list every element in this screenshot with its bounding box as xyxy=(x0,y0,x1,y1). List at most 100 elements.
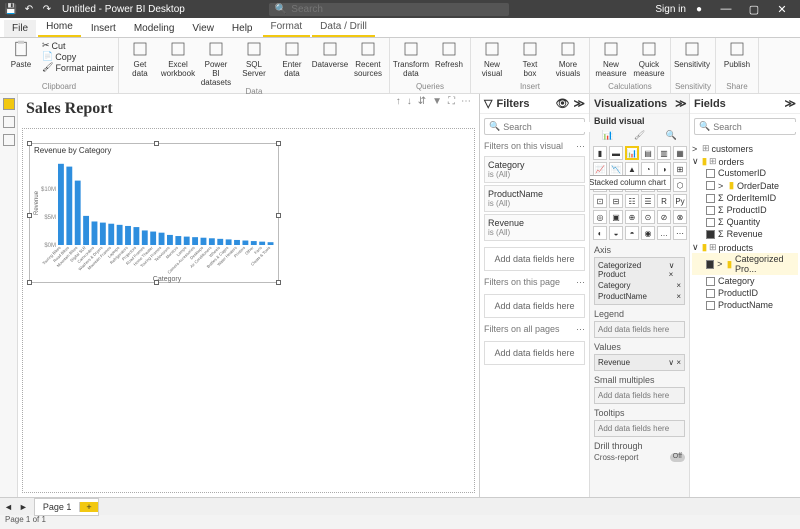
viz-type-11[interactable]: ⊞ xyxy=(673,162,687,176)
tab-file[interactable]: File xyxy=(4,20,36,37)
get-data-button[interactable]: Getdata xyxy=(123,40,157,78)
publish-button[interactable]: Publish xyxy=(720,40,754,69)
collapse-icon[interactable]: ≫ xyxy=(573,97,585,110)
sign-in[interactable]: Sign in xyxy=(655,4,686,15)
paste-button[interactable]: Paste xyxy=(4,40,38,69)
format-painter-button[interactable]: 🖌 Format painter xyxy=(42,62,114,73)
field-Revenue[interactable]: Σ Revenue xyxy=(692,228,798,240)
report-view-icon[interactable] xyxy=(3,98,15,110)
fields-search-input[interactable] xyxy=(713,122,800,132)
viz-type-2[interactable]: 📊 xyxy=(625,146,639,160)
viz-type-32[interactable]: ◓ xyxy=(625,226,639,240)
viz-type-5[interactable]: ▦ xyxy=(673,146,687,160)
viz-type-18[interactable]: ⊡ xyxy=(593,194,607,208)
filter-icon[interactable]: ▼ xyxy=(432,96,442,107)
minimize-icon[interactable]: — xyxy=(712,0,740,18)
chart-visual[interactable]: Revenue by Category $0M$5M$10MRevenueTou… xyxy=(29,143,279,283)
tab-data-drill[interactable]: Data / Drill xyxy=(312,18,375,37)
values-well[interactable]: Revenue∨ × xyxy=(594,354,685,371)
viz-type-26[interactable]: ⊕ xyxy=(625,210,639,224)
new-visual-button[interactable]: Newvisual xyxy=(475,40,509,78)
viz-type-17[interactable]: ⬡ xyxy=(673,178,687,192)
field-CustomerID[interactable]: CustomerID xyxy=(692,167,798,179)
field-ProductID[interactable]: Σ ProductID xyxy=(692,204,798,216)
viz-type-23[interactable]: Py xyxy=(673,194,687,208)
visual-area[interactable]: Revenue by Category $0M$5M$10MRevenueTou… xyxy=(22,128,475,493)
expand-icon[interactable]: ⇵ xyxy=(418,96,426,107)
viz-type-24[interactable]: ◎ xyxy=(593,210,607,224)
more-icon[interactable]: ⋯ xyxy=(461,96,471,107)
collapse-icon[interactable]: ≫ xyxy=(675,97,687,110)
add-visual-filter[interactable]: Add data fields here xyxy=(484,247,585,271)
field-OrderDate[interactable]: >▮ OrderDate xyxy=(692,179,798,192)
viz-type-27[interactable]: ⊙ xyxy=(641,210,655,224)
collapse-icon[interactable]: ≫ xyxy=(784,97,796,110)
axis-chip-1[interactable]: Category× xyxy=(597,280,682,291)
tooltips-well[interactable]: Add data fields here xyxy=(594,420,685,437)
viz-type-22[interactable]: R xyxy=(657,194,671,208)
legend-well[interactable]: Add data fields here xyxy=(594,321,685,338)
format-tab-icon[interactable]: 🖌 xyxy=(634,130,645,141)
new-measure-button[interactable]: Newmeasure xyxy=(594,40,628,78)
filter-card-category[interactable]: Categoryis (All) xyxy=(484,156,585,183)
recent-sources-button[interactable]: Recentsources xyxy=(351,40,385,78)
fields-search[interactable]: 🔍 xyxy=(694,118,796,135)
close-icon[interactable]: ✕ xyxy=(768,0,796,18)
drill-up-icon[interactable]: ↑ xyxy=(396,96,401,107)
viz-type-0[interactable]: ▮ xyxy=(593,146,607,160)
title-search[interactable]: 🔍 xyxy=(269,3,509,16)
model-view-icon[interactable] xyxy=(3,134,15,146)
build-tab-icon[interactable]: 📊 xyxy=(602,130,613,141)
text-box-button[interactable]: Textbox xyxy=(513,40,547,78)
copy-button[interactable]: 📄 Copy xyxy=(42,51,114,62)
page-tab-1[interactable]: Page 1 xyxy=(35,502,81,512)
field-ProductName[interactable]: ProductName xyxy=(692,299,798,311)
user-icon[interactable]: ● xyxy=(696,4,702,15)
sql-server-button[interactable]: SQLServer xyxy=(237,40,271,78)
more-visuals-button[interactable]: Morevisuals xyxy=(551,40,585,78)
axis-well[interactable]: Categorized Product∨ ×Category×ProductNa… xyxy=(594,257,685,305)
field-Quantity[interactable]: Σ Quantity xyxy=(692,216,798,228)
viz-type-25[interactable]: ▣ xyxy=(609,210,623,224)
power-bi-datasets-button[interactable]: PowerBI datasets xyxy=(199,40,233,87)
field-Category[interactable]: Category xyxy=(692,275,798,287)
viz-type-3[interactable]: ▤ xyxy=(641,146,655,160)
values-chip-0[interactable]: Revenue∨ × xyxy=(597,357,682,368)
field-ProductID[interactable]: ProductID xyxy=(692,287,798,299)
viz-type-10[interactable]: ◑ xyxy=(657,162,671,176)
prev-page-icon[interactable]: ◄ xyxy=(4,502,13,512)
viz-type-8[interactable]: ▲ xyxy=(625,162,639,176)
title-search-input[interactable] xyxy=(291,4,503,15)
viz-type-21[interactable]: ☰ xyxy=(641,194,655,208)
small-well[interactable]: Add data fields here xyxy=(594,387,685,404)
focus-icon[interactable]: ⛶ xyxy=(448,96,455,107)
excel-workbook-button[interactable]: Excelworkbook xyxy=(161,40,195,78)
undo-icon[interactable]: ↶ xyxy=(22,4,36,15)
table-customers[interactable]: > ⊞ customers xyxy=(692,143,798,154)
add-page-filter[interactable]: Add data fields here xyxy=(484,294,585,318)
redo-icon[interactable]: ↷ xyxy=(40,4,54,15)
enter-data-button[interactable]: Enterdata xyxy=(275,40,309,78)
tab-help[interactable]: Help xyxy=(224,20,261,37)
data-view-icon[interactable] xyxy=(3,116,15,128)
viz-type-6[interactable]: 📈 xyxy=(593,162,607,176)
next-page-icon[interactable]: ► xyxy=(19,502,28,512)
tab-insert[interactable]: Insert xyxy=(83,20,124,37)
field-OrderItemID[interactable]: Σ OrderItemID xyxy=(692,192,798,204)
viz-type-31[interactable]: ◒ xyxy=(609,226,623,240)
analytics-tab-icon[interactable]: 🔍 xyxy=(666,130,677,141)
viz-type-28[interactable]: ⊘ xyxy=(657,210,671,224)
sensitivity-button[interactable]: Sensitivity xyxy=(675,40,709,69)
filter-card-revenue[interactable]: Revenueis (All) xyxy=(484,214,585,241)
viz-type-35[interactable]: ⋯ xyxy=(673,226,687,240)
maximize-icon[interactable]: ▢ xyxy=(740,0,768,18)
cross-toggle[interactable]: Off xyxy=(670,453,685,462)
save-icon[interactable]: 💾 xyxy=(4,4,18,15)
refresh-button[interactable]: Refresh xyxy=(432,40,466,69)
viz-type-30[interactable]: ◐ xyxy=(593,226,607,240)
viz-type-9[interactable]: ◔ xyxy=(641,162,655,176)
quick-measure-button[interactable]: Quickmeasure xyxy=(632,40,666,78)
viz-type-7[interactable]: 📉 xyxy=(609,162,623,176)
axis-chip-0[interactable]: Categorized Product∨ × xyxy=(597,260,682,280)
add-page-button[interactable]: + xyxy=(80,502,97,512)
